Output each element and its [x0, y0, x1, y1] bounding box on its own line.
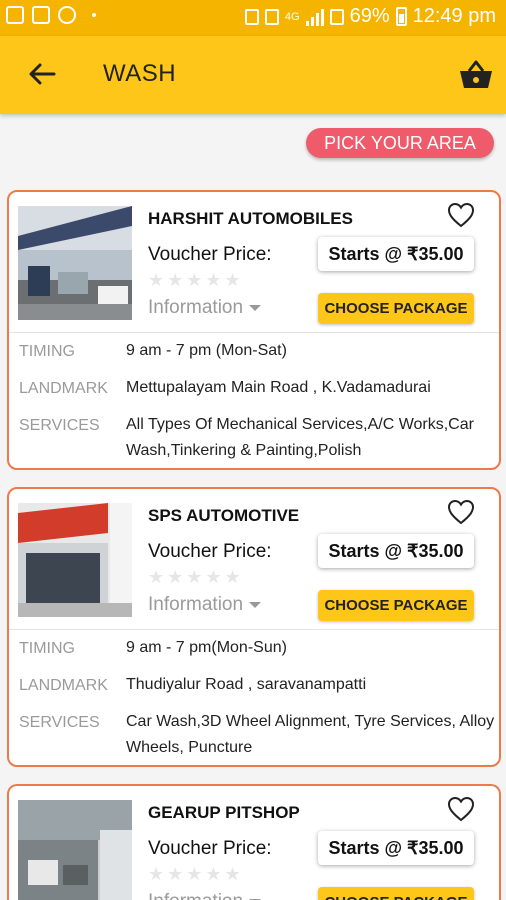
price-badge: Starts @ ₹35.00: [318, 831, 474, 865]
network-type: 4G: [284, 10, 300, 23]
heart-icon: [447, 202, 475, 228]
notification-icon: [6, 6, 24, 24]
caret-down-icon: [249, 601, 262, 608]
divider: [9, 629, 499, 630]
timing-label: TIMING: [19, 640, 75, 657]
arrow-left-icon: [29, 63, 56, 85]
shop-name: HARSHIT AUTOMOBILES: [148, 209, 353, 228]
shop-card[interactable]: GEARUP PITSHOP Voucher Price: Starts @ ₹…: [7, 784, 501, 900]
services-label: SERVICES: [19, 417, 100, 434]
favorite-button[interactable]: [447, 796, 475, 822]
information-label: Information: [148, 297, 244, 318]
price-badge: Starts @ ₹35.00: [318, 237, 474, 271]
heart-icon: [447, 499, 475, 525]
services-label: SERVICES: [19, 714, 100, 731]
battery-percent: 69%: [349, 5, 390, 27]
rating-stars: ★★★★★: [148, 864, 244, 884]
whatsapp-icon: [58, 6, 76, 24]
landmark-value: Mettupalayam Main Road , K.Vadamadurai: [126, 379, 431, 396]
signal-2-icon: [329, 8, 344, 25]
landmark-value: Thudiyalur Road , saravanampatti: [126, 676, 367, 693]
more-notifications-icon: [92, 13, 96, 17]
shop-name: GEARUP PITSHOP: [148, 803, 300, 822]
pick-area-button[interactable]: PICK YOUR AREA: [306, 128, 494, 158]
battery-icon: [395, 7, 407, 26]
price-badge: Starts @ ₹35.00: [318, 534, 474, 568]
clock: 12:49 pm: [412, 5, 496, 27]
heart-icon: [447, 796, 475, 822]
shop-image: [18, 800, 132, 900]
timing-value: 9 am - 7 pm (Mon-Sat): [126, 342, 287, 359]
page-title: WASH: [103, 60, 177, 87]
landmark-label: LANDMARK: [19, 677, 108, 694]
gallery-icon: [32, 6, 50, 24]
shop-image: [18, 206, 132, 320]
signal-icon: [305, 8, 324, 26]
information-label: Information: [148, 891, 243, 900]
services-value: All Types Of Mechanical Services,A/C Wor…: [126, 416, 474, 459]
choose-package-button[interactable]: CHOOSE PACKAGE: [318, 590, 474, 621]
sim-icon: [264, 8, 279, 25]
voucher-label: Voucher Price:: [148, 838, 272, 859]
basket-icon: [460, 60, 492, 88]
voucher-label: Voucher Price:: [148, 541, 272, 562]
choose-package-button[interactable]: CHOOSE PACKAGE: [318, 293, 474, 324]
information-dropdown[interactable]: Information: [148, 891, 262, 900]
information-label: Information: [148, 594, 244, 615]
shop-card[interactable]: SPS AUTOMOTIVE Voucher Price: Starts @ ₹…: [7, 487, 501, 767]
lock-icon: [244, 8, 259, 25]
status-bar: 4G 69% 12:49 pm: [0, 0, 506, 36]
back-button[interactable]: [26, 58, 66, 92]
favorite-button[interactable]: [447, 499, 475, 525]
choose-package-button[interactable]: CHOOSE PACKAGE: [318, 887, 474, 900]
divider: [9, 332, 499, 333]
timing-label: TIMING: [19, 343, 75, 360]
app-bar: WASH: [0, 36, 506, 114]
information-dropdown[interactable]: Information: [148, 594, 262, 616]
favorite-button[interactable]: [447, 202, 475, 228]
shop-name: SPS AUTOMOTIVE: [148, 506, 300, 525]
shop-card[interactable]: HARSHIT AUTOMOBILES Voucher Price: Start…: [7, 190, 501, 470]
rating-stars: ★★★★★: [148, 270, 244, 290]
voucher-label: Voucher Price:: [148, 244, 272, 265]
caret-down-icon: [249, 304, 262, 311]
services-value: Car Wash,3D Wheel Alignment, Tyre Servic…: [126, 713, 495, 756]
cart-button[interactable]: [458, 58, 494, 92]
timing-value: 9 am - 7 pm(Mon-Sun): [126, 639, 287, 656]
rating-stars: ★★★★★: [148, 567, 244, 587]
shop-image: [18, 503, 132, 617]
information-dropdown[interactable]: Information: [148, 297, 262, 319]
landmark-label: LANDMARK: [19, 380, 108, 397]
